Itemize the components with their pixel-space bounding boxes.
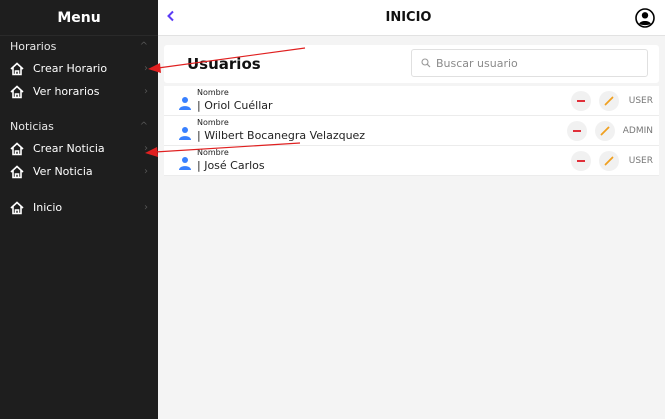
section-label: Noticias: [10, 120, 54, 133]
users-header-card: Usuarios Buscar usuario: [164, 45, 659, 83]
row-actions: USER: [571, 151, 653, 171]
user-name: | José Carlos: [197, 159, 265, 172]
name-field-label: Nombre: [197, 148, 229, 157]
sidebar-item-inicio[interactable]: Inicio ›: [0, 196, 158, 219]
top-bar: INICIO: [158, 0, 665, 36]
section-label: Horarios: [10, 40, 57, 53]
minus-icon: [577, 100, 585, 102]
minus-icon: [577, 160, 585, 162]
sidebar-item-label: Crear Horario: [33, 62, 108, 75]
section-divider: [0, 103, 158, 116]
minus-icon: [572, 130, 581, 132]
edit-button[interactable]: [599, 151, 619, 171]
role-label: ADMIN: [622, 126, 653, 136]
home-icon: [10, 141, 24, 156]
search-placeholder: Buscar usuario: [436, 56, 518, 70]
home-icon: [10, 200, 24, 215]
search-icon: [421, 58, 431, 68]
home-icon: [10, 84, 24, 99]
users-title: Usuarios: [187, 55, 261, 73]
section-header-noticias[interactable]: Noticias ^: [0, 116, 158, 137]
sidebar-item-label: Ver horarios: [33, 85, 100, 98]
list-item: Nombre | Wilbert Bocanegra Velazquez ADM…: [164, 116, 659, 146]
home-icon: [10, 61, 24, 76]
edit-button[interactable]: [594, 121, 615, 141]
chevron-up-icon: ^: [139, 41, 148, 52]
page-title: INICIO: [385, 10, 432, 25]
home-icon: [10, 164, 24, 179]
row-actions: USER: [571, 91, 653, 111]
delete-button[interactable]: [571, 91, 591, 111]
chevron-up-icon: ^: [139, 121, 148, 132]
chevron-right-icon: ›: [144, 202, 148, 213]
user-name: | Wilbert Bocanegra Velazquez: [197, 129, 366, 142]
back-button[interactable]: [166, 10, 182, 26]
sidebar-item-ver-noticia[interactable]: Ver Noticia ›: [0, 160, 158, 183]
section-divider: [0, 183, 158, 196]
name-field-label: Nombre: [197, 118, 229, 127]
name-field-label: Nombre: [197, 88, 229, 97]
role-label: USER: [628, 156, 653, 166]
edit-button[interactable]: [599, 91, 619, 111]
chevron-right-icon: ›: [144, 143, 148, 154]
search-input[interactable]: Buscar usuario: [411, 49, 648, 77]
sidebar-item-label: Ver Noticia: [33, 165, 93, 178]
chevron-right-icon: ›: [144, 86, 148, 97]
delete-button[interactable]: [566, 121, 587, 141]
delete-button[interactable]: [571, 151, 591, 171]
sidebar-title: Menu: [0, 0, 158, 36]
user-name: | Oriol Cuéllar: [197, 99, 273, 112]
person-icon: [179, 127, 191, 140]
sidebar-item-crear-noticia[interactable]: Crear Noticia ›: [0, 137, 158, 160]
section-header-horarios[interactable]: Horarios ^: [0, 36, 158, 57]
row-actions: ADMIN: [566, 121, 653, 141]
sidebar: Menu Horarios ^ Crear Horario › Ver hora…: [0, 0, 158, 419]
person-circle-icon: [635, 7, 655, 28]
list-item: Nombre | José Carlos USER: [164, 146, 659, 176]
role-label: USER: [628, 96, 653, 106]
chevron-left-icon: [167, 10, 174, 21]
profile-button[interactable]: [635, 7, 655, 28]
users-list: Nombre | Oriol Cuéllar USER Nombre | Wil…: [164, 86, 659, 176]
sidebar-item-crear-horario[interactable]: Crear Horario ›: [0, 57, 158, 80]
main-content: INICIO Usuarios Buscar usuario Nombre | …: [158, 0, 665, 419]
chevron-right-icon: ›: [144, 63, 148, 74]
sidebar-item-ver-horarios[interactable]: Ver horarios ›: [0, 80, 158, 103]
list-item: Nombre | Oriol Cuéllar USER: [164, 86, 659, 116]
pencil-icon: [604, 156, 614, 166]
pencil-icon: [600, 126, 610, 136]
sidebar-item-label: Crear Noticia: [33, 142, 105, 155]
app: Menu Horarios ^ Crear Horario › Ver hora…: [0, 0, 665, 419]
chevron-right-icon: ›: [144, 166, 148, 177]
person-icon: [179, 97, 191, 110]
sidebar-item-label: Inicio: [33, 201, 63, 214]
person-icon: [179, 157, 191, 170]
pencil-icon: [604, 96, 614, 106]
